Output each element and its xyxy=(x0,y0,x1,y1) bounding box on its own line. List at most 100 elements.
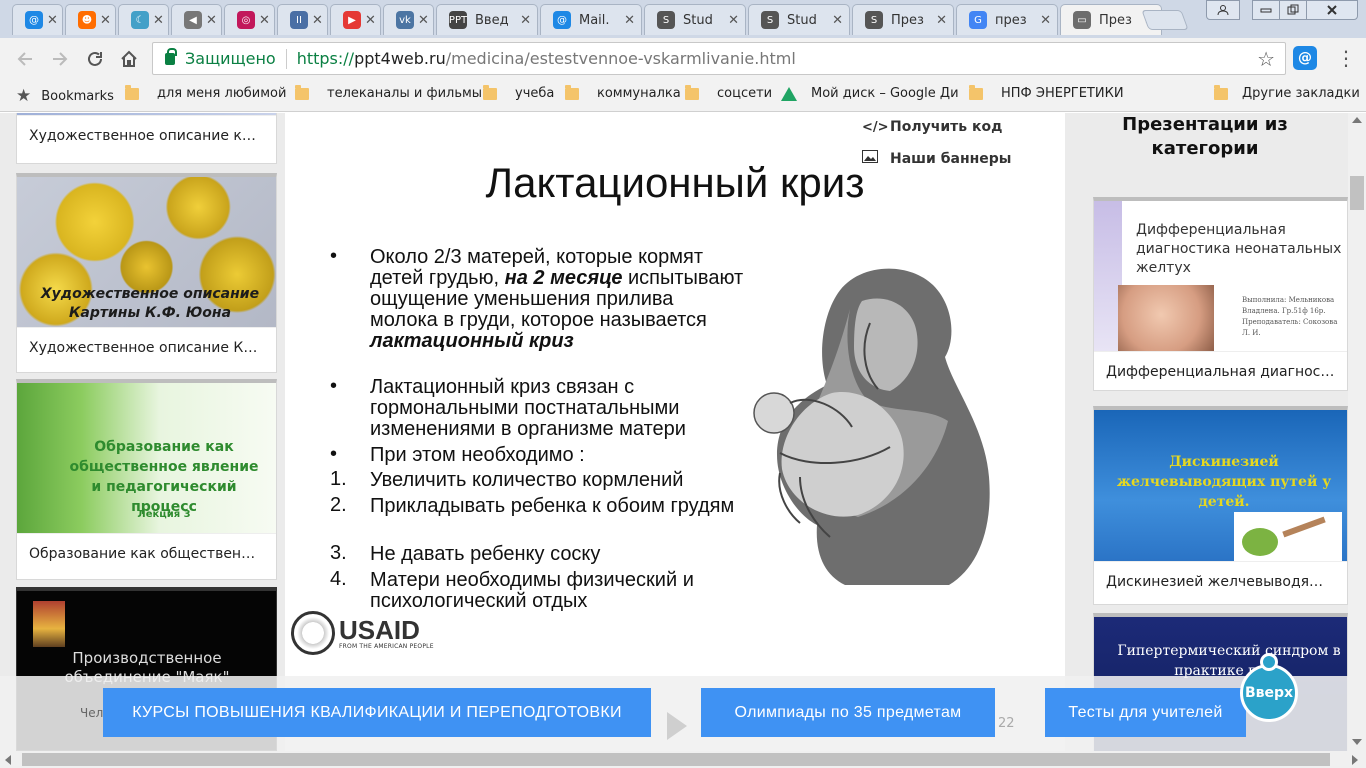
left-card-2[interactable]: Художественное описание Картины К.Ф. Юон… xyxy=(16,173,277,373)
home-button[interactable] xyxy=(116,46,142,72)
browser-tab[interactable]: ▶ ✕ xyxy=(330,4,381,35)
bookmark-star-icon[interactable]: ☆ xyxy=(1257,47,1275,71)
bookmark-item[interactable]: учеба xyxy=(483,84,555,101)
bookmark-item[interactable]: для меня любимой xyxy=(125,84,287,101)
browser-tab[interactable]: Gпрез ✕ xyxy=(956,4,1058,35)
bullet-1-emphasis-1: на 2 месяце xyxy=(504,267,623,289)
tab-close-icon[interactable]: ✕ xyxy=(259,13,270,28)
teacher-tests-button[interactable]: Тесты для учителей xyxy=(1045,688,1246,737)
browser-tab[interactable]: ☾ ✕ xyxy=(118,4,169,35)
tab-close-icon[interactable]: ✕ xyxy=(1040,13,1051,28)
back-button[interactable] xyxy=(12,46,38,72)
bookmark-item[interactable]: телеканалы и фильмы xyxy=(295,84,483,101)
browser-tab[interactable]: II ✕ xyxy=(277,4,328,35)
menu-icon[interactable]: ⋮ xyxy=(1336,46,1356,70)
left-card-3-thumb-text: Образование как общественное явление и п… xyxy=(69,439,259,515)
right-card-2-caption: Дискинезией желчевыводящих ... xyxy=(1094,561,1347,603)
bookmark-item[interactable]: НПФ ЭНЕРГЕТИКИ xyxy=(969,84,1124,101)
tab-close-icon[interactable]: ✕ xyxy=(312,13,323,28)
tab-close-icon[interactable]: ✕ xyxy=(936,13,947,28)
new-tab-button[interactable] xyxy=(1141,10,1189,30)
courses-button[interactable]: КУРСЫ ПОВЫШЕНИЯ КВАЛИФИКАЦИИ И ПЕРЕПОДГО… xyxy=(103,688,651,737)
tab-close-icon[interactable]: ✕ xyxy=(100,13,111,28)
tab-title: Stud xyxy=(787,12,817,28)
scroll-to-top-button[interactable]: Вверх xyxy=(1240,653,1298,722)
left-card-2-thumb-text: Художественное описание Картины К.Ф. Юон… xyxy=(40,286,260,321)
get-code-link[interactable]: </> Получить код xyxy=(862,119,1002,135)
breastfeeding-illustration xyxy=(753,268,990,585)
play-icon xyxy=(667,712,687,740)
browser-tab[interactable]: @ ✕ xyxy=(12,4,63,35)
tab-close-icon[interactable]: ✕ xyxy=(365,13,376,28)
browser-tab[interactable]: @ Mail. ✕ xyxy=(540,4,642,35)
usaid-logo: USAID FROM THE AMERICAN PEOPLE xyxy=(291,611,434,655)
bullet-text: При этом необходимо : xyxy=(370,444,585,466)
left-card-1[interactable]: Художественное описание карт... xyxy=(16,113,277,164)
reload-button[interactable] xyxy=(82,46,108,72)
scroll-left-arrow-icon[interactable] xyxy=(5,755,11,765)
vertical-scroll-thumb[interactable] xyxy=(1350,176,1364,210)
tab-favicon-icon: @ xyxy=(25,11,43,29)
tab-close-icon[interactable]: ✕ xyxy=(728,13,739,28)
tab-favicon-icon: @ xyxy=(553,11,571,29)
browser-tab[interactable]: ☻ ✕ xyxy=(65,4,116,35)
google-drive-icon xyxy=(781,86,797,101)
profile-button[interactable] xyxy=(1206,0,1240,20)
horizontal-scroll-thumb[interactable] xyxy=(22,753,1330,766)
radiation-icon xyxy=(33,601,65,647)
browser-tab[interactable]: ◎ ✕ xyxy=(224,4,275,35)
right-card-1[interactable]: Дифференциальная диагностика неонатальны… xyxy=(1093,197,1348,391)
browser-tab[interactable]: S Stud ✕ xyxy=(748,4,850,35)
mail-extension-icon[interactable]: @ xyxy=(1293,46,1317,70)
tab-close-icon[interactable]: ✕ xyxy=(47,13,58,28)
bookmarks-apps[interactable]: ★ Bookmarks xyxy=(16,86,114,106)
tab-close-icon[interactable]: ✕ xyxy=(206,13,217,28)
tab-title: Введ xyxy=(475,12,509,28)
tab-favicon-icon: II xyxy=(290,11,308,29)
browser-tab[interactable]: S През ✕ xyxy=(852,4,954,35)
right-card-2[interactable]: Дискинезией желчевыводящих путей у детей… xyxy=(1093,406,1348,605)
url-path: /medicina/estestvennoe-vskarmlivanie.htm… xyxy=(445,49,796,68)
browser-tab[interactable]: ◀ ✕ xyxy=(171,4,222,35)
scroll-up-arrow-icon[interactable] xyxy=(1352,117,1362,123)
bookmark-other[interactable]: Другие закладки xyxy=(1214,84,1360,101)
browser-tab[interactable]: PPT Введ ✕ xyxy=(436,4,538,35)
tab-title: През xyxy=(1099,12,1132,28)
tab-close-icon[interactable]: ✕ xyxy=(520,13,531,28)
page-content: Художественное описание карт... Художест… xyxy=(0,113,1348,751)
tab-favicon-icon: ☾ xyxy=(131,11,149,29)
address-bar[interactable]: Защищено https://ppt4web.ru/medicina/est… xyxy=(152,42,1286,75)
tab-close-icon[interactable]: ✕ xyxy=(624,13,635,28)
bookmark-item[interactable]: соцсети xyxy=(685,84,772,101)
bottom-promo-bar: Чел 22 КУРСЫ ПОВЫШЕНИЯ КВАЛИФИКАЦИИ И ПЕ… xyxy=(0,676,1348,751)
browser-tab[interactable]: vk ✕ xyxy=(383,4,434,35)
close-window-button[interactable] xyxy=(1306,0,1358,20)
list-text: Прикладывать ребенка к обоим грудям xyxy=(370,495,735,517)
usaid-subtext: FROM THE AMERICAN PEOPLE xyxy=(339,642,434,650)
tab-favicon-icon: PPT xyxy=(449,11,467,29)
code-icon: </> xyxy=(862,119,889,135)
bookmark-item[interactable]: Мой диск – Google Ди xyxy=(781,86,959,101)
right-card-3-thumb-title: Гипертермический синдром в практике педи xyxy=(1117,643,1341,679)
tab-close-icon[interactable]: ✕ xyxy=(418,13,429,28)
bookmark-label: телеканалы и фильмы xyxy=(327,86,483,101)
olympiads-button[interactable]: Олимпиады по 35 предметам xyxy=(701,688,995,737)
list-text: Матери необходимы физический и психологи… xyxy=(370,569,694,612)
restore-button[interactable] xyxy=(1279,0,1307,20)
right-card-1-thumb-title: Дифференциальная диагностика неонатальны… xyxy=(1136,222,1342,276)
browser-tab[interactable]: S Stud ✕ xyxy=(644,4,746,35)
bookmark-label: учеба xyxy=(515,86,555,101)
tab-close-icon[interactable]: ✕ xyxy=(153,13,164,28)
list-text: Увеличить количество кормлений xyxy=(370,469,684,491)
minimize-button[interactable] xyxy=(1252,0,1280,20)
bullet-marker: • xyxy=(330,245,338,267)
tab-favicon-icon: S xyxy=(865,11,883,29)
tab-close-icon[interactable]: ✕ xyxy=(832,13,843,28)
scroll-down-arrow-icon[interactable] xyxy=(1352,739,1362,745)
left-card-3[interactable]: Образование как общественное явление и п… xyxy=(16,379,277,580)
bookmark-label: Мой диск – Google Ди xyxy=(811,86,959,101)
forward-button[interactable] xyxy=(47,46,73,72)
bookmark-item[interactable]: коммуналка xyxy=(565,84,681,101)
bookmark-label: для меня любимой xyxy=(157,86,287,101)
scroll-right-arrow-icon[interactable] xyxy=(1352,755,1358,765)
